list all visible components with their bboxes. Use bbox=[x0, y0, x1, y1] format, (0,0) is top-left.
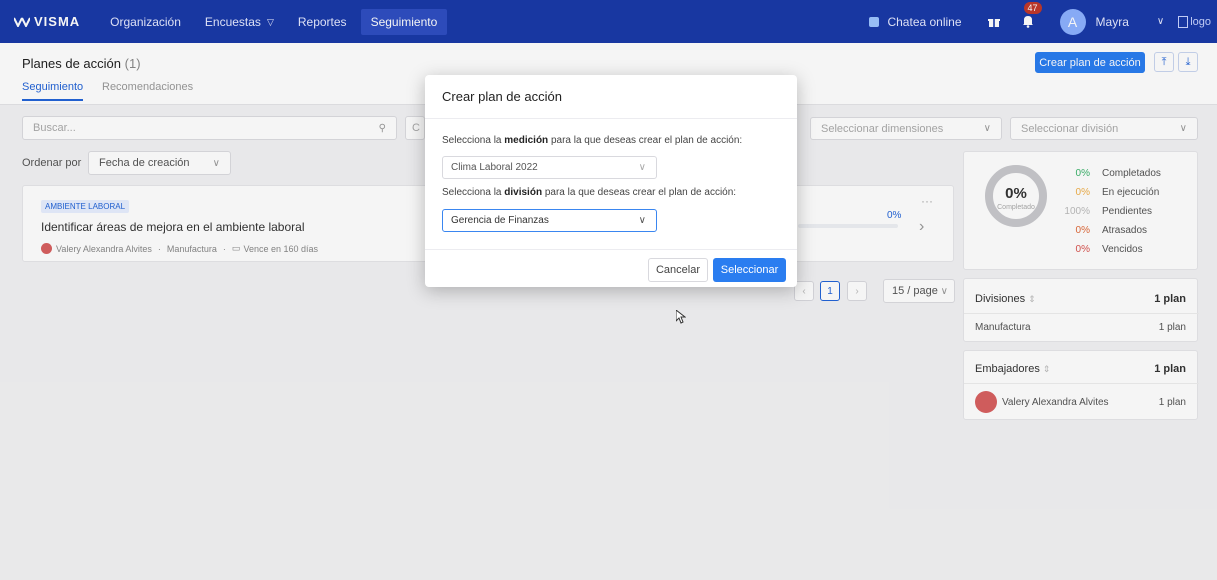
divider bbox=[425, 249, 797, 250]
measure-prompt-suffix: para la que deseas crear el plan de acci… bbox=[550, 135, 743, 146]
measure-prompt-bold: medición bbox=[504, 135, 549, 146]
division-value: Gerencia de Finanzas bbox=[451, 215, 549, 226]
chevron-down-icon: ∨ bbox=[638, 215, 646, 226]
measure-select[interactable]: Clima Laboral 2022 ∨ bbox=[442, 156, 657, 179]
create-plan-modal: Crear plan de acción Selecciona la medic… bbox=[425, 75, 797, 287]
modal-title: Crear plan de acción bbox=[442, 89, 562, 104]
measure-value: Clima Laboral 2022 bbox=[451, 162, 538, 173]
divider bbox=[425, 118, 797, 119]
division-prompt-bold: división bbox=[504, 187, 543, 198]
chevron-down-icon: ∨ bbox=[638, 162, 646, 173]
division-prompt: Selecciona la división para la que desea… bbox=[442, 187, 736, 198]
division-modal-select[interactable]: Gerencia de Finanzas ∨ bbox=[442, 209, 657, 232]
division-prompt-prefix: Selecciona la bbox=[442, 187, 502, 198]
select-button[interactable]: Seleccionar bbox=[713, 258, 786, 282]
measure-prompt-prefix: Selecciona la bbox=[442, 135, 502, 146]
measure-prompt: Selecciona la medición para la que desea… bbox=[442, 135, 742, 146]
cancel-button[interactable]: Cancelar bbox=[648, 258, 708, 282]
mouse-cursor-icon bbox=[676, 310, 686, 324]
division-prompt-suffix: para la que deseas crear el plan de acci… bbox=[544, 187, 737, 198]
